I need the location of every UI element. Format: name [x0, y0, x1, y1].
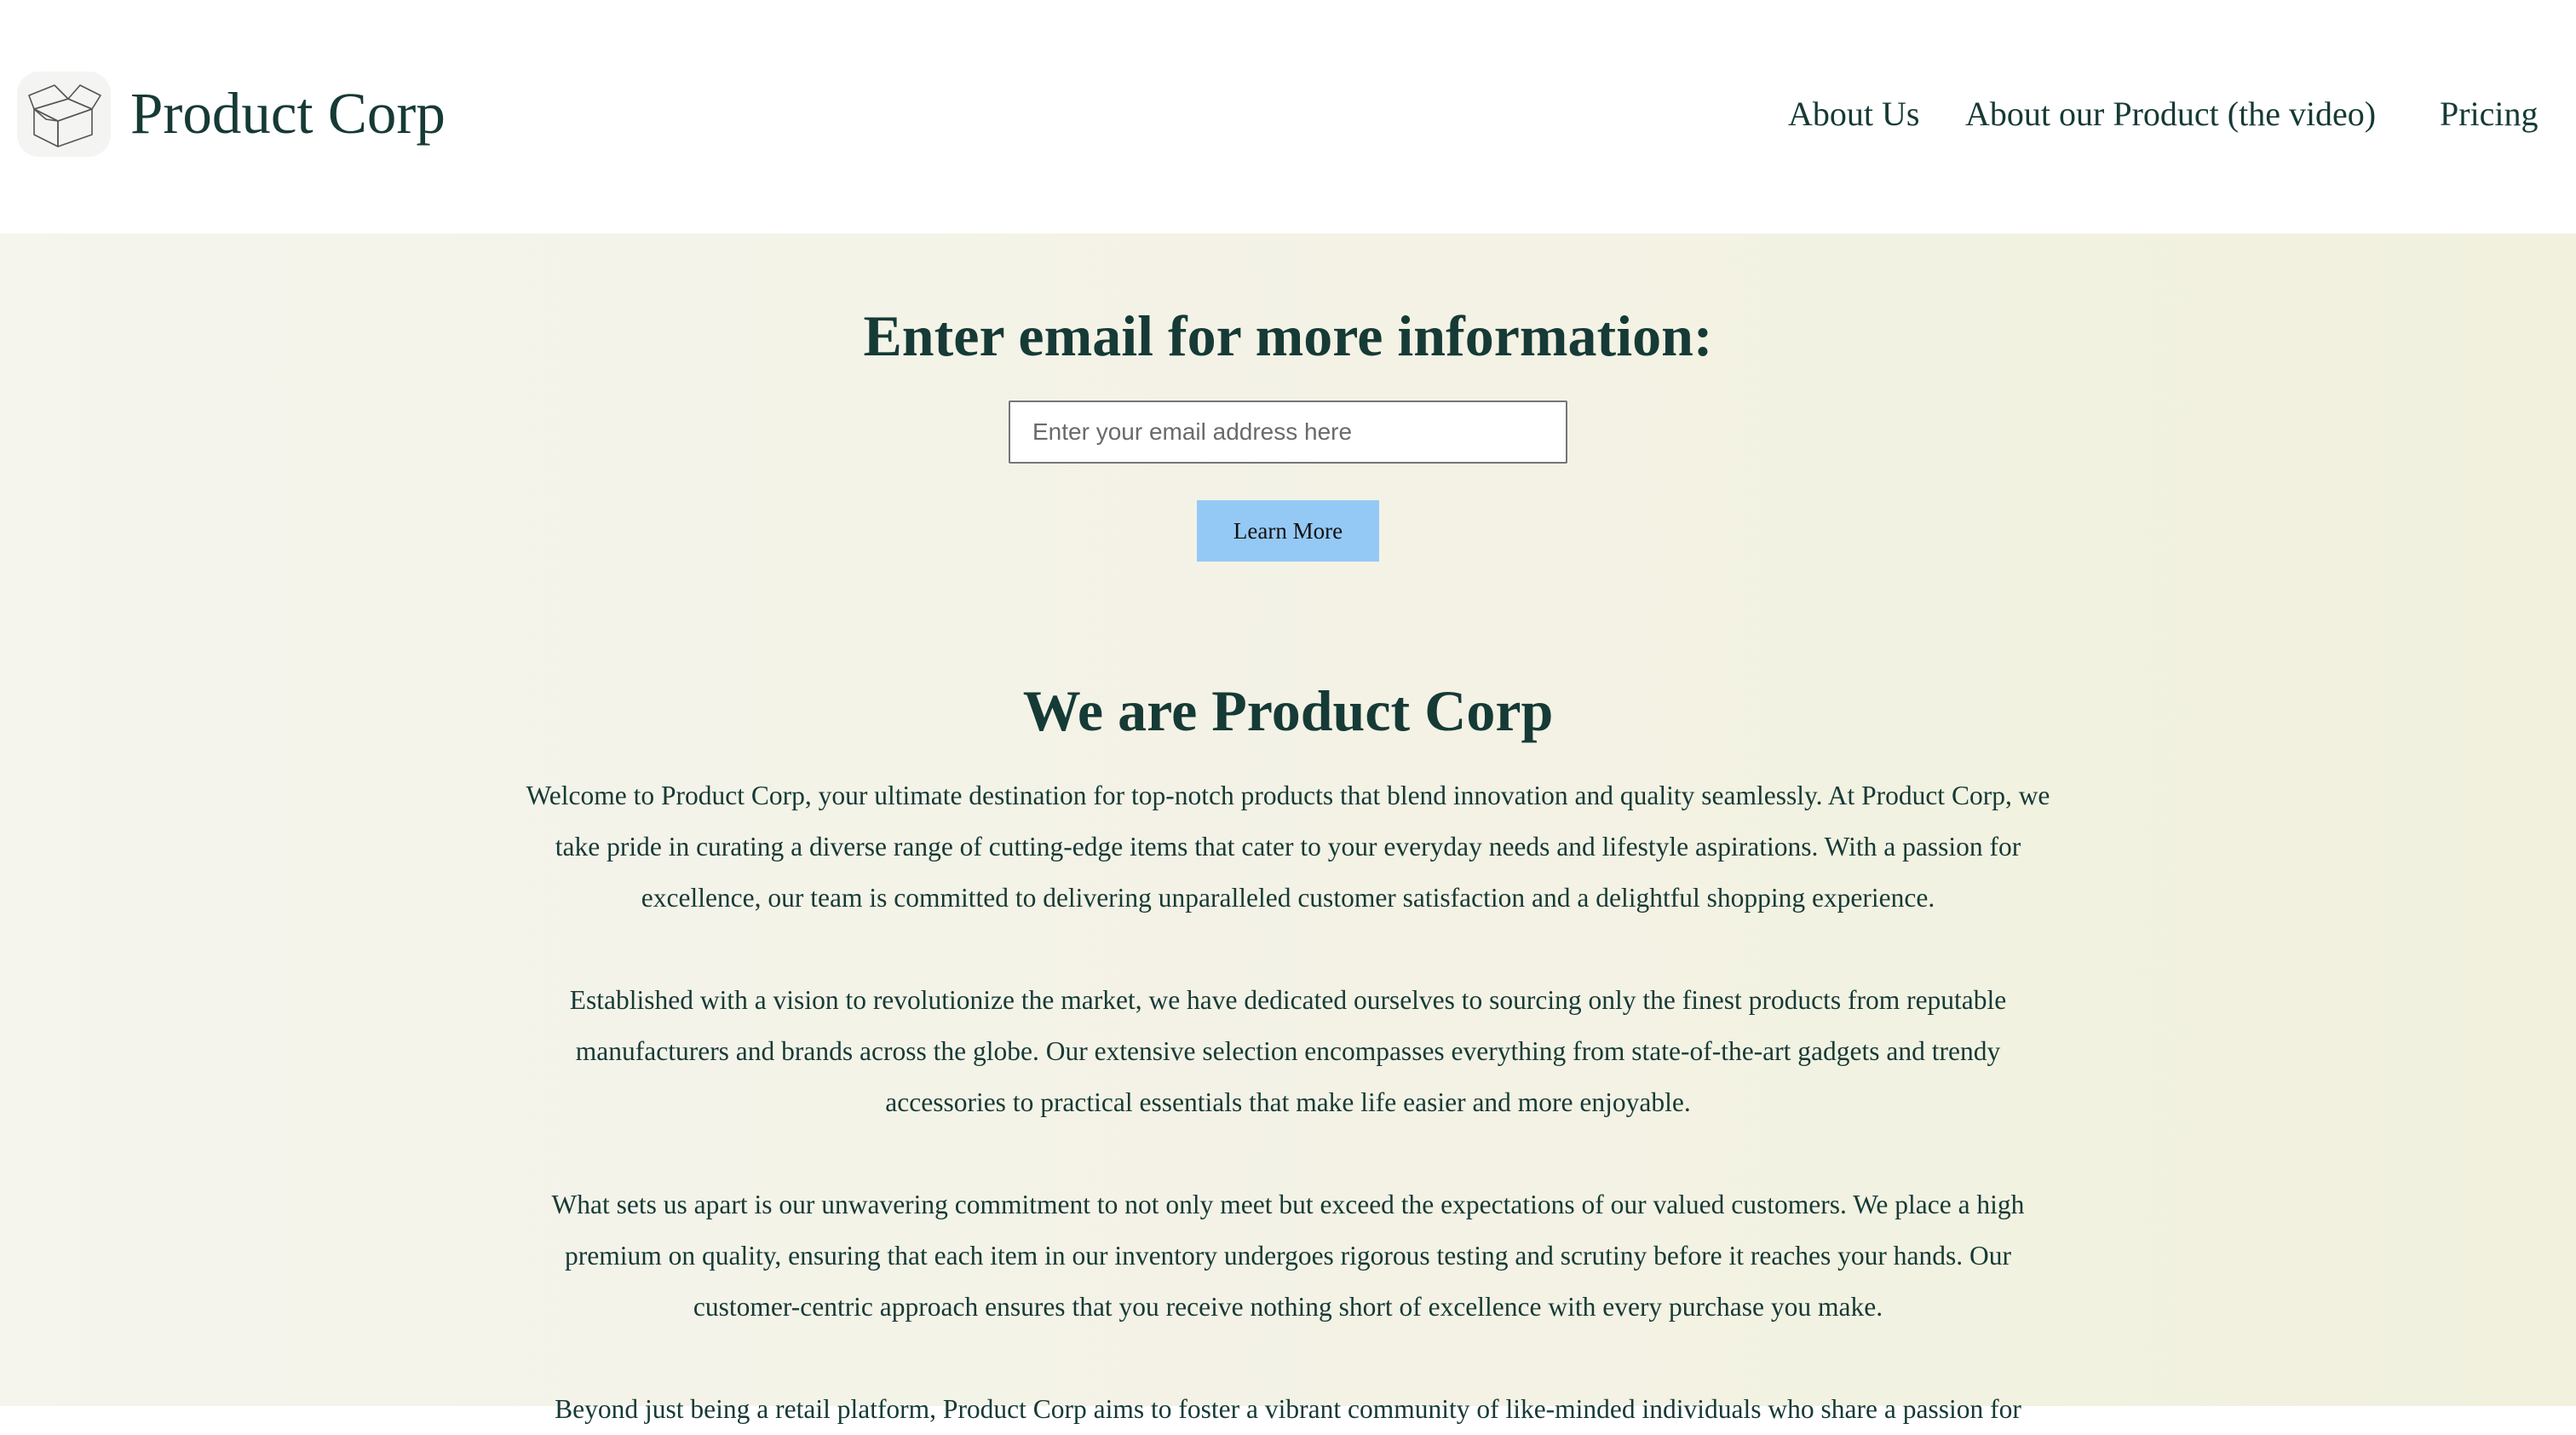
logo[interactable] — [17, 72, 111, 157]
brand-name[interactable]: Product Corp — [130, 75, 446, 152]
nav-about-product-video[interactable]: About our Product (the video) — [1965, 89, 2376, 140]
site-header: Product Corp About Us About our Product … — [0, 0, 2576, 233]
learn-more-button[interactable]: Learn More — [1197, 500, 1379, 562]
nav-about-us[interactable]: About Us — [1788, 89, 1919, 140]
nav-pricing[interactable]: Pricing — [2440, 89, 2539, 140]
open-box-icon — [28, 84, 101, 147]
about-paragraph-4: Beyond just being a retail platform, Pro… — [555, 1394, 2021, 1424]
about-paragraph-1: Welcome to Product Corp, your ultimate d… — [526, 781, 2050, 913]
main-content: Enter email for more information: Learn … — [0, 233, 2576, 1424]
about-paragraph-3: What sets us apart is our unwavering com… — [551, 1190, 2025, 1322]
email-input[interactable] — [1009, 401, 1567, 464]
about-heading: We are Product Corp — [1022, 678, 1554, 743]
signup-heading: Enter email for more information: — [863, 303, 1713, 368]
about-paragraph-2: Established with a vision to revolutioni… — [569, 985, 2007, 1117]
